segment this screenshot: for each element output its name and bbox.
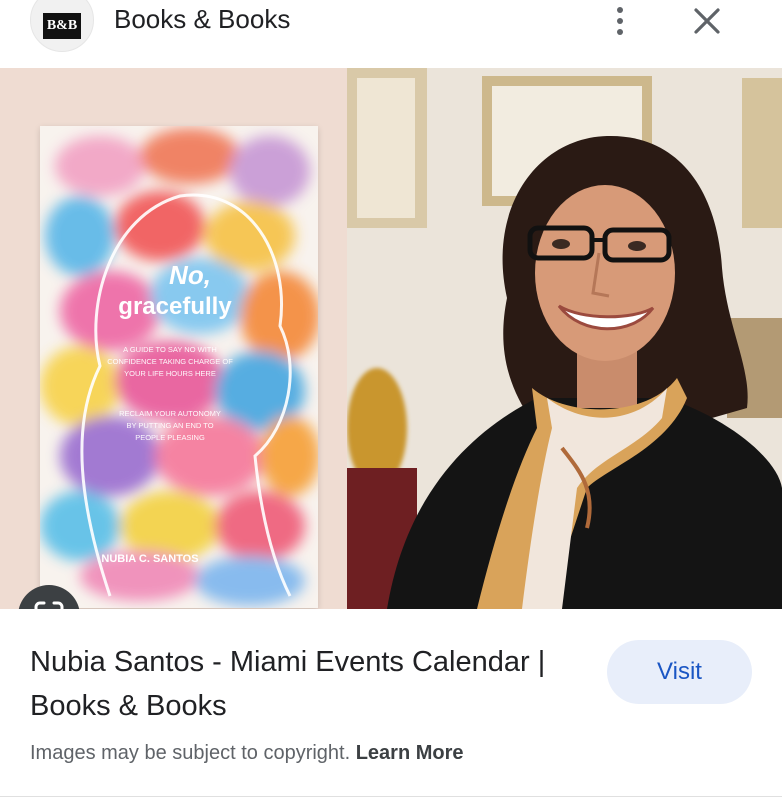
watercolor-art: No, gracefully A GUIDE TO SAY NO WITH CO… <box>40 126 318 608</box>
learn-more-link[interactable]: Learn More <box>356 742 464 764</box>
book-text-line: A GUIDE TO SAY NO WITH <box>123 345 217 354</box>
result-title[interactable]: Nubia Santos - Miami Events Calendar | B… <box>30 640 550 728</box>
book-text-line: YOUR LIFE HOURS HERE <box>124 369 216 378</box>
book-title-line2: gracefully <box>118 293 232 320</box>
site-logo[interactable]: B&B <box>30 0 94 52</box>
header-bar: B&B Books & Books <box>0 0 782 68</box>
copyright-text: Images may be subject to copyright. <box>30 742 351 764</box>
logo-text: B&B <box>43 13 81 39</box>
close-icon[interactable] <box>690 4 724 38</box>
more-vert-icon[interactable] <box>606 4 634 38</box>
copyright-notice: Images may be subject to copyright. Lear… <box>30 742 464 765</box>
preview-image[interactable]: No, gracefully A GUIDE TO SAY NO WITH CO… <box>0 68 782 609</box>
book-text-line: CONFIDENCE TAKING CHARGE OF <box>107 357 233 366</box>
book-title-line1: No, <box>169 260 211 290</box>
book-author: NUBIA C. SANTOS <box>101 553 198 565</box>
book-text-line: BY PUTTING AN END TO <box>126 421 213 430</box>
book-text-line: PEOPLE PLEASING <box>135 433 205 442</box>
book-text-line: RECLAIM YOUR AUTONOMY <box>119 409 221 418</box>
visit-button[interactable]: Visit <box>607 640 752 704</box>
bottom-divider <box>0 796 782 797</box>
book-cover: No, gracefully A GUIDE TO SAY NO WITH CO… <box>40 126 318 608</box>
site-name[interactable]: Books & Books <box>114 4 290 35</box>
author-photo <box>347 68 782 609</box>
book-cover-panel: No, gracefully A GUIDE TO SAY NO WITH CO… <box>0 68 347 609</box>
